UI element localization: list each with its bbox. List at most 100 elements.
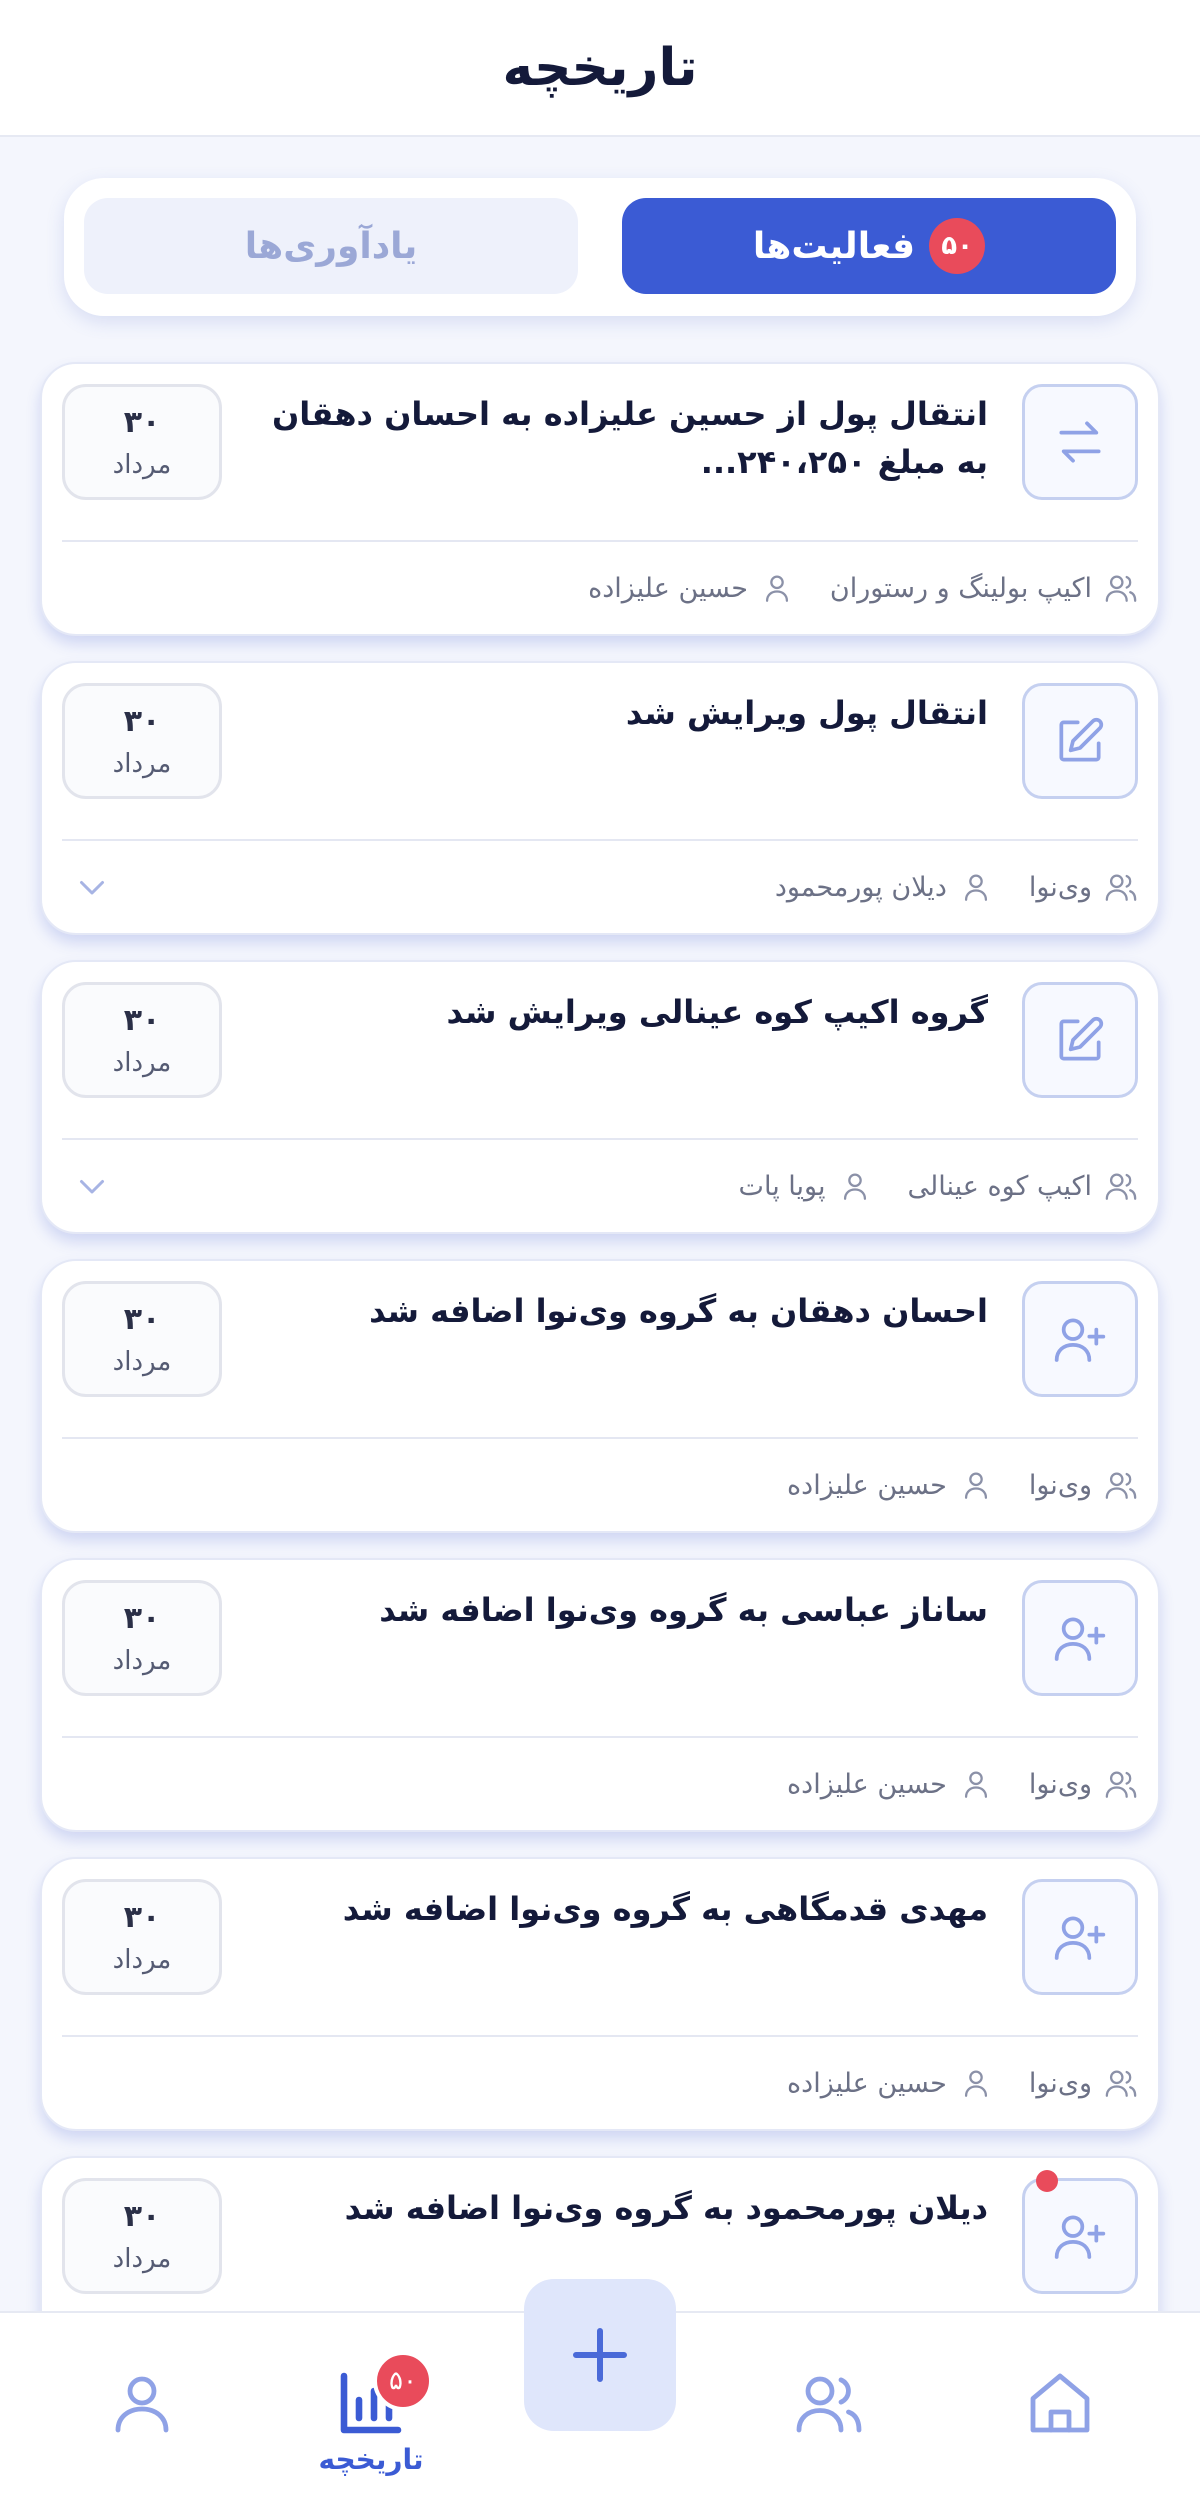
app-header: تاریخچه [0, 0, 1200, 137]
add-button[interactable] [524, 2279, 676, 2431]
activity-user: حسین علیزاده [588, 571, 794, 605]
activity-user: حسین علیزاده [787, 1767, 993, 1801]
activity-card[interactable]: مهدی قدمگاهی به گروه وی‌نوا اضافه شد ۳۰ مر… [40, 1857, 1160, 2131]
nav-profile[interactable] [82, 2367, 202, 2487]
activity-meta: وی‌نوا حسین علیزاده [787, 1457, 1138, 1513]
activity-card[interactable]: ساناز عباسی به گروه وی‌نوا اضافه شد ۳۰ مرد… [40, 1558, 1160, 1832]
history-tabs: ۵۰ فعالیت‌ها یادآوری‌ها [64, 178, 1136, 316]
activity-day: ۳۰ [123, 1301, 161, 1337]
activity-date: ۳۰ مرداد [62, 1879, 222, 1995]
activity-date: ۳۰ مرداد [62, 1580, 222, 1696]
activity-group: وی‌نوا [1029, 1767, 1138, 1801]
tab-reminders-label: یادآوری‌ها [244, 225, 418, 267]
tab-activities[interactable]: ۵۰ فعالیت‌ها [622, 198, 1116, 294]
bottom-nav: ۵۰ تاریخچه [0, 2279, 1200, 2514]
group-icon [1105, 1771, 1137, 1798]
card-divider [62, 2035, 1138, 2037]
activity-group-name: اکیپ بولینگ و رستوران [829, 572, 1092, 604]
activity-day: ۳۰ [123, 2198, 161, 2234]
activity-user-name: پویا پات [738, 1170, 826, 1202]
user-icon [964, 1472, 987, 1499]
activity-title: مهدی قدمگاهی به گروه وی‌نوا اضافه شد [342, 1890, 988, 1928]
group-icon [1105, 874, 1137, 901]
profile-icon [115, 2376, 169, 2433]
activity-date: ۳۰ مرداد [62, 982, 222, 1098]
activity-group-name: وی‌نوا [1028, 2067, 1092, 2099]
activity-group-name: اکیپ کوه عینالی [907, 1170, 1093, 1202]
activity-type-badge [1022, 2178, 1138, 2294]
activity-group: وی‌نوا [1029, 2066, 1138, 2100]
activity-meta: وی‌نوا حسین علیزاده [787, 1756, 1138, 1812]
edit-icon [1059, 717, 1104, 762]
activity-month: مرداد [112, 1047, 172, 1078]
home-icon [1030, 2373, 1090, 2433]
nav-home[interactable] [1000, 2367, 1120, 2487]
activity-month: مرداد [112, 449, 172, 480]
user-icon [964, 2070, 987, 2097]
activity-date: ۳۰ مرداد [62, 683, 222, 799]
tab-activities-label: فعالیت‌ها [752, 225, 916, 267]
activity-group: اکیپ کوه عینالی [908, 1169, 1139, 1203]
chevron-down-icon[interactable] [72, 1168, 112, 1204]
activity-day: ۳۰ [123, 1002, 161, 1038]
activity-group: وی‌نوا [1029, 1468, 1138, 1502]
card-divider [62, 1138, 1138, 1140]
unread-dot [1036, 2170, 1058, 2192]
activity-type-badge [1022, 1580, 1138, 1696]
user-plus-icon [1054, 1916, 1106, 1960]
activity-user-name: حسین علیزاده [787, 1768, 947, 1800]
activities-count-badge: ۵۰ [929, 218, 986, 274]
transfer-icon [1059, 421, 1101, 463]
activity-type-badge [1022, 683, 1138, 799]
activity-type-badge [1022, 1281, 1138, 1397]
user-icon [765, 575, 788, 602]
nav-history-label: تاریخچه [318, 2443, 424, 2476]
activity-user-name: حسین علیزاده [588, 572, 748, 604]
activity-type-badge [1022, 982, 1138, 1098]
chevron-down-icon[interactable] [72, 869, 112, 905]
activity-group: اکیپ بولینگ و رستوران [830, 571, 1138, 605]
card-divider [62, 540, 1138, 542]
activity-type-badge [1022, 1879, 1138, 1995]
activity-meta: اکیپ بولینگ و رستوران حسین علیزاده [588, 560, 1138, 616]
activity-card[interactable]: گروه اکیپ کوه عینالی ویرایش شد ۳۰ مرداد اکی… [40, 960, 1160, 1234]
activity-group-name: وی‌نوا [1028, 871, 1092, 903]
edit-icon [1059, 1016, 1104, 1061]
users-icon [796, 2376, 862, 2433]
activity-title: انتقال پول از حسین علیزاده به احسان دهقا… [271, 395, 988, 481]
card-divider [62, 839, 1138, 841]
activity-meta: وی‌نوا دیلان پورمحمود [775, 859, 1138, 915]
activity-title: ساناز عباسی به گروه وی‌نوا اضافه شد [379, 1591, 988, 1629]
history-count-badge: ۵۰ [373, 2351, 433, 2411]
activity-month: مرداد [112, 1944, 172, 1975]
activity-date: ۳۰ مرداد [62, 384, 222, 500]
activity-day: ۳۰ [123, 404, 161, 440]
group-icon [1105, 1472, 1137, 1499]
activity-meta: اکیپ کوه عینالی پویا پات [739, 1158, 1138, 1214]
activity-day: ۳۰ [123, 1600, 161, 1636]
activity-user-name: حسین علیزاده [787, 2067, 947, 2099]
activity-month: مرداد [112, 2243, 172, 2274]
card-divider [62, 1437, 1138, 1439]
activity-date: ۳۰ مرداد [62, 1281, 222, 1397]
group-icon [1105, 1173, 1137, 1200]
activity-title: دیلان پورمحمود به گروه وی‌نوا اضافه شد [344, 2189, 988, 2227]
nav-groups[interactable] [769, 2367, 889, 2487]
activity-card[interactable]: انتقال پول ویرایش شد ۳۰ مرداد وی‌نوا دیلان پ… [40, 661, 1160, 935]
tab-reminders[interactable]: یادآوری‌ها [84, 198, 578, 294]
group-icon [1105, 2070, 1137, 2097]
card-divider [62, 1736, 1138, 1738]
nav-history[interactable]: ۵۰ تاریخچه [311, 2351, 433, 2487]
activity-date: ۳۰ مرداد [62, 2178, 222, 2294]
activity-group: وی‌نوا [1029, 870, 1138, 904]
activity-card[interactable]: انتقال پول از حسین علیزاده به احسان دهقا… [40, 362, 1160, 636]
activity-meta: وی‌نوا حسین علیزاده [787, 2055, 1138, 2111]
activity-month: مرداد [112, 1645, 172, 1676]
activity-card[interactable]: احسان دهقان به گروه وی‌نوا اضافه شد ۳۰ مرد… [40, 1259, 1160, 1533]
activity-title: انتقال پول ویرایش شد [625, 694, 988, 732]
activity-title: گروه اکیپ کوه عینالی ویرایش شد [446, 993, 988, 1031]
activity-group-name: وی‌نوا [1028, 1469, 1092, 1501]
activity-user-name: دیلان پورمحمود [774, 871, 947, 903]
activity-group-name: وی‌نوا [1028, 1768, 1092, 1800]
activity-user: حسین علیزاده [787, 1468, 993, 1502]
